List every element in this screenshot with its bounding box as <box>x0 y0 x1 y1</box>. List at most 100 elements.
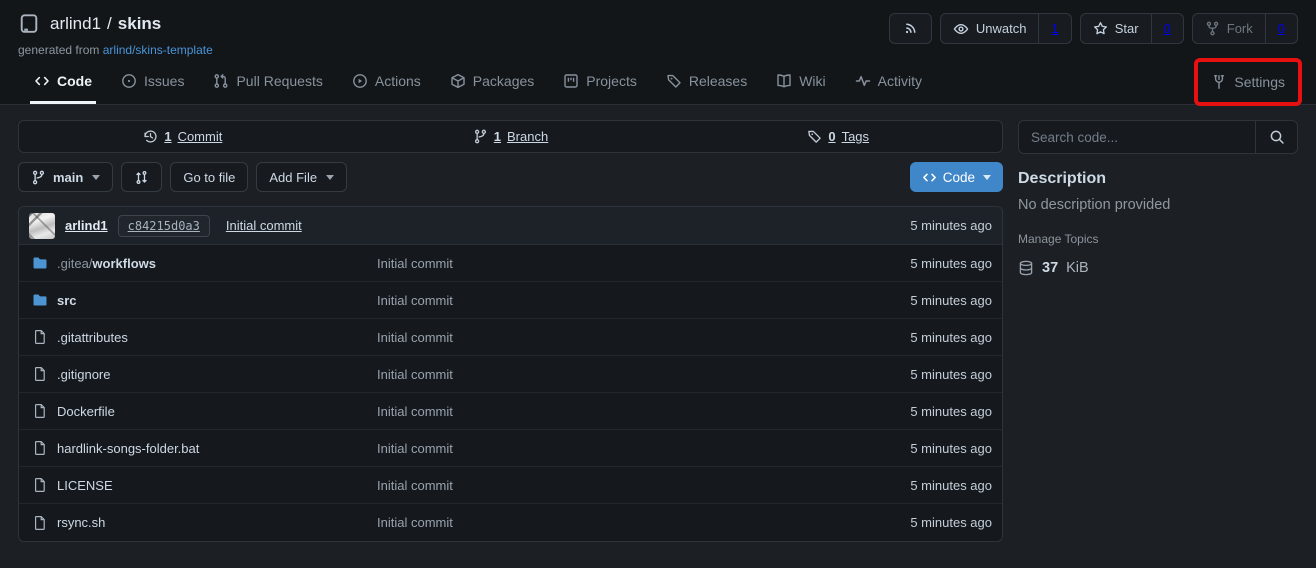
repo-title-block: arlind1 / skins generated from arlind/sk… <box>18 13 213 57</box>
manage-topics-link[interactable]: Manage Topics <box>1018 232 1099 246</box>
file-toolbar: main Go to file Add File <box>18 162 1003 192</box>
file-commit-time: 5 minutes ago <box>910 478 992 493</box>
repo-owner-link[interactable]: arlind1 <box>50 14 101 34</box>
tab-projects[interactable]: Projects <box>559 57 641 104</box>
table-row[interactable]: rsync.sh Initial commit 5 minutes ago <box>19 504 1002 541</box>
generated-from-label: generated from <box>18 43 99 57</box>
file-commit-message: Initial commit <box>377 478 910 493</box>
file-name: Dockerfile <box>57 404 115 419</box>
file-commit-message: Initial commit <box>377 441 910 456</box>
tab-pull-requests-label: Pull Requests <box>236 73 322 89</box>
stars-count[interactable]: 0 <box>1151 14 1183 43</box>
tab-code-label: Code <box>57 73 92 89</box>
tab-releases[interactable]: Releases <box>662 57 751 104</box>
settings-highlight-annotation: Settings <box>1194 58 1302 106</box>
compare-icon <box>134 170 149 185</box>
tab-wiki[interactable]: Wiki <box>772 57 829 104</box>
forks-count[interactable]: 0 <box>1265 14 1297 43</box>
file-commit-message: Initial commit <box>377 256 910 271</box>
tab-activity[interactable]: Activity <box>851 57 926 104</box>
pulse-icon <box>855 73 871 89</box>
history-icon <box>143 129 158 144</box>
table-row[interactable]: .gitattributes Initial commit 5 minutes … <box>19 319 1002 356</box>
caret-down-icon <box>983 175 991 180</box>
file-commit-message: Initial commit <box>377 404 910 419</box>
commit-message-link[interactable]: Initial commit <box>226 218 302 233</box>
template-repo-link[interactable]: arlind/skins-template <box>103 43 213 57</box>
star-label: Star <box>1115 21 1139 36</box>
file-name: .gitattributes <box>57 330 128 345</box>
tab-code[interactable]: Code <box>30 57 96 104</box>
branch-selector[interactable]: main <box>18 162 113 192</box>
add-file-button[interactable]: Add File <box>256 162 347 192</box>
repo-tabbar: Code Issues Pull Requests <box>0 57 1316 105</box>
table-row[interactable]: LICENSE Initial commit 5 minutes ago <box>19 467 1002 504</box>
star-button[interactable]: Star <box>1081 14 1151 43</box>
commit-author-link[interactable]: arlind1 <box>65 218 108 233</box>
commit-hash-link[interactable]: c84215d0a3 <box>118 215 210 237</box>
search-button[interactable] <box>1255 121 1297 153</box>
avatar[interactable] <box>29 213 55 239</box>
main-column: 1 Commit 1 Branch <box>18 120 1003 542</box>
file-name: hardlink-songs-folder.bat <box>57 441 199 456</box>
description-title: Description <box>1018 170 1298 188</box>
tags-stat[interactable]: 0 Tags <box>674 121 1002 152</box>
tools-icon <box>1211 74 1227 90</box>
caret-down-icon <box>326 175 334 180</box>
table-row[interactable]: .gitignore Initial commit 5 minutes ago <box>19 356 1002 393</box>
tab-settings[interactable]: Settings <box>1207 74 1289 90</box>
repo-size-value: 37 <box>1042 260 1058 276</box>
tab-issues[interactable]: Issues <box>117 57 188 104</box>
repo-title-row: arlind1 / skins <box>18 13 213 35</box>
repo-content: 1 Commit 1 Branch <box>0 105 1316 542</box>
tab-issues-label: Issues <box>144 73 184 89</box>
tab-projects-label: Projects <box>586 73 637 89</box>
pull-request-icon <box>213 73 229 89</box>
database-icon <box>1018 260 1034 276</box>
file-commit-time: 5 minutes ago <box>910 367 992 382</box>
file-name: rsync.sh <box>57 515 105 530</box>
fork-icon <box>1205 21 1220 36</box>
tab-actions[interactable]: Actions <box>348 57 425 104</box>
generated-from: generated from arlind/skins-template <box>18 43 213 57</box>
rss-button[interactable] <box>889 13 932 44</box>
current-branch-label: main <box>53 170 83 185</box>
branch-icon <box>31 170 46 185</box>
branches-label: Branch <box>507 129 548 144</box>
folder-icon <box>32 255 48 271</box>
compare-button[interactable] <box>121 162 162 192</box>
file-commit-message: Initial commit <box>377 367 910 382</box>
file-name: src <box>57 293 77 308</box>
commits-stat[interactable]: 1 Commit <box>19 121 347 152</box>
tab-packages[interactable]: Packages <box>446 57 538 104</box>
tag-icon <box>666 73 682 89</box>
book-icon <box>776 73 792 89</box>
file-commit-time: 5 minutes ago <box>910 330 992 345</box>
tab-wiki-label: Wiki <box>799 73 825 89</box>
branches-stat[interactable]: 1 Branch <box>347 121 675 152</box>
search-input[interactable] <box>1019 121 1255 153</box>
commits-count: 1 <box>164 129 171 144</box>
go-to-file-button[interactable]: Go to file <box>170 162 248 192</box>
repo-actions: Unwatch 1 Star 0 <box>889 13 1298 44</box>
unwatch-button[interactable]: Unwatch <box>941 14 1039 43</box>
table-row[interactable]: hardlink-songs-folder.bat Initial commit… <box>19 430 1002 467</box>
search-icon <box>1269 129 1285 145</box>
fork-button[interactable]: Fork <box>1193 14 1265 43</box>
package-icon <box>450 73 466 89</box>
tab-activity-label: Activity <box>878 73 922 89</box>
file-name: .gitea/workflows <box>57 256 156 271</box>
file-icon <box>32 329 48 345</box>
table-row[interactable]: .gitea/workflows Initial commit 5 minute… <box>19 245 1002 282</box>
file-commit-message: Initial commit <box>377 293 910 308</box>
tab-pull-requests[interactable]: Pull Requests <box>209 57 326 104</box>
repo-name-link[interactable]: skins <box>118 14 161 34</box>
watch-group: Unwatch 1 <box>940 13 1072 44</box>
table-row[interactable]: src Initial commit 5 minutes ago <box>19 282 1002 319</box>
watchers-count[interactable]: 1 <box>1038 14 1070 43</box>
file-icon <box>32 515 48 531</box>
code-download-button[interactable]: Code <box>910 162 1003 192</box>
file-icon <box>32 477 48 493</box>
eye-icon <box>953 21 969 37</box>
table-row[interactable]: Dockerfile Initial commit 5 minutes ago <box>19 393 1002 430</box>
